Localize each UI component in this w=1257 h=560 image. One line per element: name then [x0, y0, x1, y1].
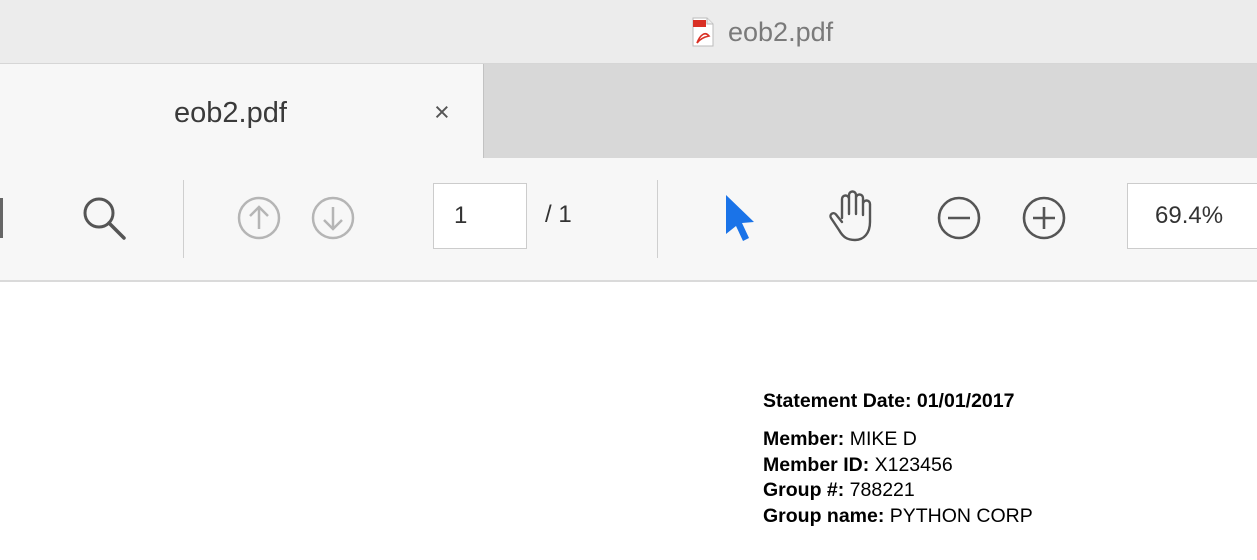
page-down-icon[interactable]: [310, 195, 356, 241]
page-up-icon[interactable]: [236, 195, 282, 241]
statement-info-block: Statement Date: 01/01/2017 Member: MIKE …: [763, 390, 1033, 529]
group-name-line: Group name: PYTHON CORP: [763, 504, 1033, 530]
member-label: Member:: [763, 428, 845, 450]
zoom-in-icon[interactable]: [1020, 194, 1068, 242]
pdf-toolbar: / 1: [0, 158, 1257, 282]
toolbar-divider: [657, 180, 658, 258]
member-id-line: Member ID: X123456: [763, 453, 1033, 479]
tab-close-button[interactable]: ×: [434, 97, 450, 128]
page-total-label: / 1: [545, 201, 572, 228]
tab-bar: eob2.pdf ×: [0, 64, 1257, 159]
window-title: eob2.pdf: [728, 16, 834, 47]
zoom-out-icon[interactable]: [935, 194, 983, 242]
tab-label: eob2.pdf: [174, 97, 287, 129]
group-name-label: Group name:: [763, 504, 885, 527]
tab-eob2-pdf[interactable]: eob2.pdf ×: [0, 64, 484, 159]
member-id-value: X123456: [869, 453, 953, 476]
member-value: MIKE D: [844, 428, 917, 450]
hand-tool-icon[interactable]: [826, 188, 878, 244]
group-number-line: Group #: 788221: [763, 478, 1033, 504]
search-icon[interactable]: [78, 192, 130, 244]
select-cursor-icon[interactable]: [722, 192, 760, 244]
pdf-document-icon: [692, 17, 714, 47]
member-id-label: Member ID:: [763, 453, 870, 476]
toolbar-divider: [183, 180, 184, 258]
page-number-input[interactable]: [433, 183, 527, 249]
statement-date: Statement Date: 01/01/2017: [763, 390, 1015, 412]
pdf-page-viewer: Statement Date: 01/01/2017 Member: MIKE …: [0, 282, 1257, 560]
group-number-value: 788221: [844, 479, 915, 501]
zoom-level-input[interactable]: [1127, 183, 1257, 249]
window-title-group: eob2.pdf: [688, 16, 834, 47]
window-titlebar: eob2.pdf: [0, 0, 1257, 64]
sidebar-toggle-button[interactable]: [0, 198, 3, 238]
member-line: Member: MIKE D: [763, 427, 1033, 453]
group-name-value: PYTHON CORP: [884, 504, 1033, 527]
group-number-label: Group #:: [763, 479, 845, 501]
